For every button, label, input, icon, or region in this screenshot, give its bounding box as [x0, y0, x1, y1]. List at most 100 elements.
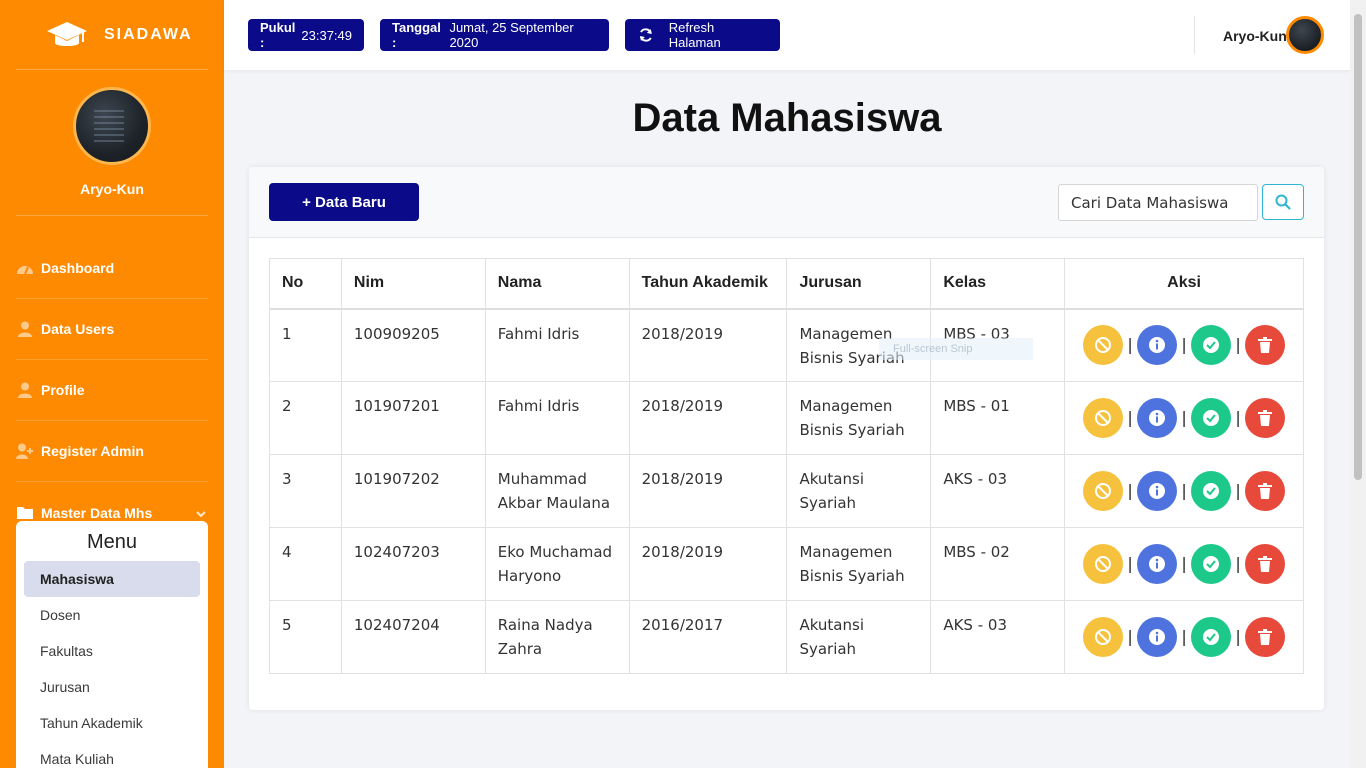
row-actions: | | | [1065, 398, 1303, 438]
deactivate-button[interactable] [1083, 471, 1124, 511]
cell-nim: 102407203 [340, 527, 486, 601]
info-button[interactable] [1137, 325, 1178, 366]
date-badge: Tanggal : Jumat, 25 September 2020 [380, 19, 609, 51]
deactivate-button[interactable] [1083, 325, 1124, 366]
sidebar-item-dashboard[interactable]: Dashboard [16, 238, 208, 299]
cell-tahun: 2018/2019 [628, 454, 788, 528]
cell-nama: Raina Nadya Zahra [484, 600, 630, 674]
submenu-item-fakultas[interactable]: Fakultas [24, 633, 200, 669]
table-row: 4 102407203 Eko Muchamad Haryono 2018/20… [269, 527, 1304, 601]
search-button[interactable] [1262, 184, 1304, 220]
delete-button[interactable] [1245, 398, 1286, 438]
avatar [73, 87, 151, 165]
cell-no: 4 [269, 527, 342, 601]
cell-tahun: 2018/2019 [628, 527, 788, 601]
activate-button[interactable] [1191, 544, 1232, 584]
separator: | [1127, 481, 1133, 500]
deactivate-button[interactable] [1083, 544, 1124, 584]
submenu-item-jurusan[interactable]: Jurusan [24, 669, 200, 705]
cell-kelas: MBS - 01 [930, 381, 1066, 455]
tooltip: Full-screen Snip [879, 338, 1033, 360]
add-data-button[interactable]: + Data Baru [269, 183, 419, 221]
submenu-item-mata-kuliah[interactable]: Mata Kuliah [24, 741, 200, 768]
submenu-item-dosen[interactable]: Dosen [24, 597, 200, 633]
sidebar-profile: Aryo-Kun [16, 70, 208, 216]
scrollbar-thumb[interactable] [1354, 14, 1362, 480]
info-button[interactable] [1137, 544, 1178, 584]
cell-kelas: MBS - 02 [930, 527, 1066, 601]
date-value: Jumat, 25 September 2020 [449, 20, 574, 50]
info-icon [1149, 337, 1166, 354]
info-icon [1149, 410, 1166, 426]
table-body: 1 100909205 Fahmi Idris 2018/2019 Manage… [269, 308, 1304, 674]
separator: | [1127, 335, 1133, 355]
activate-button[interactable] [1191, 325, 1232, 366]
separator: | [1235, 481, 1241, 500]
info-icon [1149, 483, 1166, 499]
column-header-nim[interactable]: Nim [340, 258, 486, 310]
brand[interactable]: SIADAWA [16, 0, 208, 70]
delete-button[interactable] [1245, 544, 1286, 584]
info-button[interactable] [1137, 398, 1178, 438]
separator: | [1235, 408, 1241, 427]
table-header-row: No Nim Nama Tahun Akademik Jurusan Kelas… [269, 258, 1304, 310]
activate-button[interactable] [1191, 471, 1232, 511]
sidebar-item-label: Data Users [41, 321, 115, 337]
scrollbar[interactable] [1350, 0, 1366, 768]
ban-icon [1095, 629, 1112, 645]
check-icon [1203, 337, 1220, 354]
submenu-item-mahasiswa[interactable]: Mahasiswa [24, 561, 200, 597]
avatar[interactable] [1286, 16, 1324, 54]
folder-icon [16, 505, 34, 521]
sidebar-item-profile[interactable]: Profile [16, 360, 208, 421]
sidebar-item-label: Profile [41, 382, 85, 398]
row-actions: | | | [1065, 325, 1303, 366]
activate-button[interactable] [1191, 617, 1232, 657]
cell-tahun: 2018/2019 [628, 308, 788, 382]
column-header-tahun-akademik[interactable]: Tahun Akademik [628, 258, 788, 310]
info-button[interactable] [1137, 471, 1178, 511]
cell-kelas: AKS - 03 [930, 600, 1066, 674]
separator: | [1181, 554, 1187, 573]
delete-button[interactable] [1245, 471, 1286, 511]
page-title: Data Mahasiswa [632, 96, 942, 140]
card-header: + Data Baru [249, 167, 1324, 238]
row-actions: | | | [1065, 544, 1303, 584]
time-value: 23:37:49 [301, 27, 352, 43]
cell-aksi: | | | [1064, 527, 1304, 601]
separator: | [1235, 627, 1241, 646]
separator: | [1181, 335, 1187, 355]
column-header-jurusan[interactable]: Jurusan [786, 258, 932, 310]
separator: | [1181, 408, 1187, 427]
check-icon [1203, 483, 1220, 499]
column-header-nama[interactable]: Nama [484, 258, 630, 310]
row-actions: | | | [1065, 471, 1303, 511]
info-button[interactable] [1137, 617, 1178, 657]
sidebar-item-data-users[interactable]: Data Users [16, 299, 208, 360]
cell-jurusan: Managemen Bisnis Syariah [786, 381, 932, 455]
cell-jurusan: Managemen Bisnis Syariah [786, 527, 932, 601]
time-label: Pukul : [260, 20, 296, 50]
activate-button[interactable] [1191, 398, 1232, 438]
table-row: 1 100909205 Fahmi Idris 2018/2019 Manage… [269, 308, 1304, 382]
sidebar-item-label: Master Data Mhs [41, 504, 153, 521]
column-header-no[interactable]: No [269, 258, 342, 310]
deactivate-button[interactable] [1083, 398, 1124, 438]
trash-icon [1258, 337, 1273, 354]
ban-icon [1095, 556, 1112, 572]
refresh-button[interactable]: Refresh Halaman [625, 19, 780, 51]
delete-button[interactable] [1245, 617, 1286, 657]
table-row: 5 102407204 Raina Nadya Zahra 2016/2017 … [269, 600, 1304, 674]
cell-jurusan: Akutansi Syariah [786, 600, 932, 674]
column-header-kelas[interactable]: Kelas [930, 258, 1066, 310]
topbar: Pukul : 23:37:49 Tanggal : Jumat, 25 Sep… [224, 0, 1350, 70]
submenu-item-tahun-akademik[interactable]: Tahun Akademik [24, 705, 200, 741]
sidebar-nav: Dashboard Data Users Profile Register Ad… [0, 238, 224, 535]
brand-name: SIADAWA [104, 25, 193, 43]
topbar-user-name[interactable]: Aryo-Kun [1223, 28, 1287, 44]
sidebar-item-register-admin[interactable]: Register Admin [16, 421, 208, 482]
deactivate-button[interactable] [1083, 617, 1124, 657]
delete-button[interactable] [1245, 325, 1286, 366]
search-input[interactable] [1058, 184, 1258, 221]
cell-aksi: | | | [1064, 600, 1304, 674]
